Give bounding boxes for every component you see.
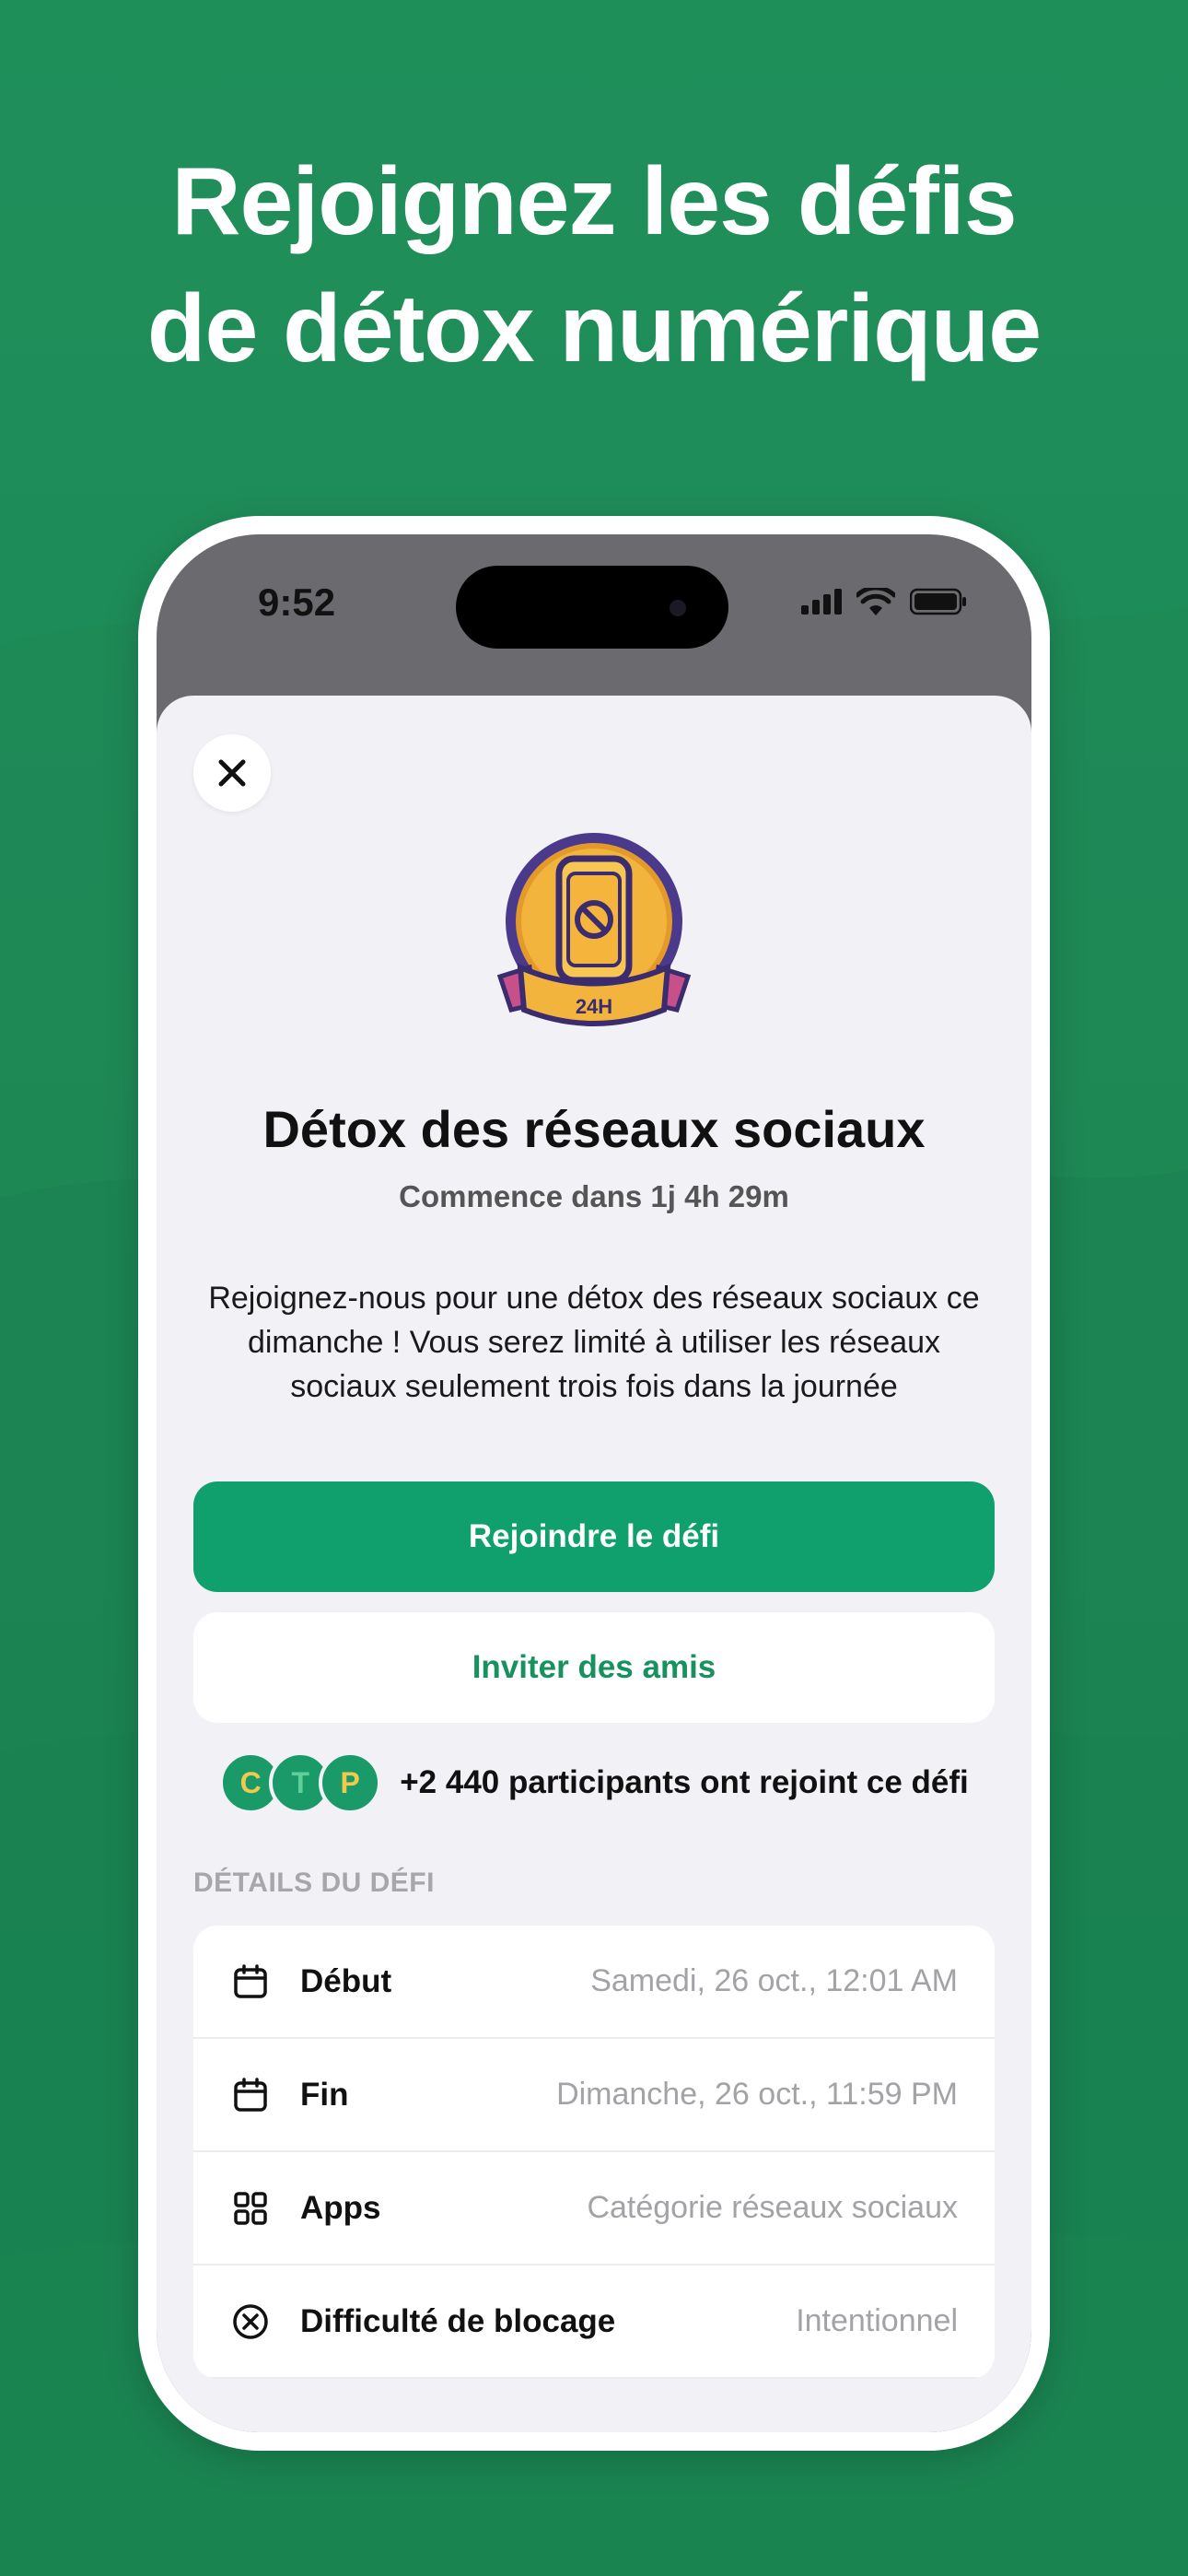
apps-grid-icon — [230, 2188, 271, 2229]
badge-label: 24H — [576, 995, 612, 1018]
wifi-icon — [856, 588, 895, 615]
participants-count: +2 440 participants ont rejoint ce défi — [400, 1764, 969, 1800]
detail-label: Apps — [300, 2189, 381, 2226]
challenge-sheet: 24H Détox des réseaux sociaux Commence d… — [157, 696, 1031, 2432]
dynamic-island — [456, 566, 728, 649]
headline-line-1: Rejoignez les défis — [171, 148, 1017, 255]
participant-avatars: C T P — [219, 1751, 382, 1814]
circle-x-icon — [230, 2301, 271, 2342]
detail-value: Catégorie réseaux sociaux — [587, 2190, 958, 2225]
details-section-label: DÉTAILS DU DÉFI — [193, 1868, 435, 1898]
detail-row-difficulty: Difficulté de blocage Intentionnel — [193, 2266, 995, 2379]
status-time: 9:52 — [258, 580, 336, 624]
headline-line-2: de détox numérique — [146, 275, 1042, 382]
close-button[interactable] — [193, 734, 271, 812]
detail-label: Fin — [300, 2076, 349, 2113]
detail-row-end: Fin Dimanche, 26 oct., 11:59 PM — [193, 2039, 995, 2152]
detail-value: Dimanche, 26 oct., 11:59 PM — [556, 2077, 958, 2112]
calendar-icon — [230, 2075, 271, 2115]
challenge-title: Détox des réseaux sociaux — [262, 1100, 926, 1158]
headline: Rejoignez les défis de détox numérique — [0, 138, 1188, 392]
detail-row-apps: Apps Catégorie réseaux sociaux — [193, 2152, 995, 2266]
details-list: Début Samedi, 26 oct., 12:01 AM Fin Dima… — [193, 1926, 995, 2379]
detail-label: Difficulté de blocage — [300, 2302, 616, 2339]
challenge-description: Rejoignez-nous pour une détox des réseau… — [208, 1281, 980, 1404]
detail-row-start: Début Samedi, 26 oct., 12:01 AM — [193, 1926, 995, 2039]
challenge-badge: 24H — [483, 820, 705, 1041]
phone-block-badge-icon: 24H — [496, 833, 692, 1026]
battery-icon — [910, 588, 966, 615]
participants-summary: C T P +2 440 participants ont rejoint ce… — [193, 1746, 995, 1820]
challenge-countdown: Commence dans 1j 4h 29m — [399, 1179, 789, 1213]
detail-label: Début — [300, 1962, 392, 1999]
phone-screen: 9:52 24H Détox des réseaux sociaux Comme… — [157, 534, 1031, 2432]
detail-value: Intentionnel — [796, 2303, 958, 2338]
join-challenge-button[interactable]: Rejoindre le défi — [193, 1481, 995, 1592]
cellular-signal-icon — [801, 589, 842, 615]
detail-value: Samedi, 26 oct., 12:01 AM — [590, 1963, 958, 1998]
camera-dot — [670, 600, 686, 616]
close-icon — [218, 759, 246, 787]
invite-friends-button[interactable]: Inviter des amis — [193, 1612, 995, 1723]
phone-frame: 9:52 24H Détox des réseaux sociaux Comme… — [138, 516, 1050, 2451]
calendar-icon — [230, 1961, 271, 2002]
status-icons — [801, 588, 967, 615]
avatar: P — [319, 1751, 382, 1814]
status-bar: 9:52 — [157, 534, 1031, 682]
